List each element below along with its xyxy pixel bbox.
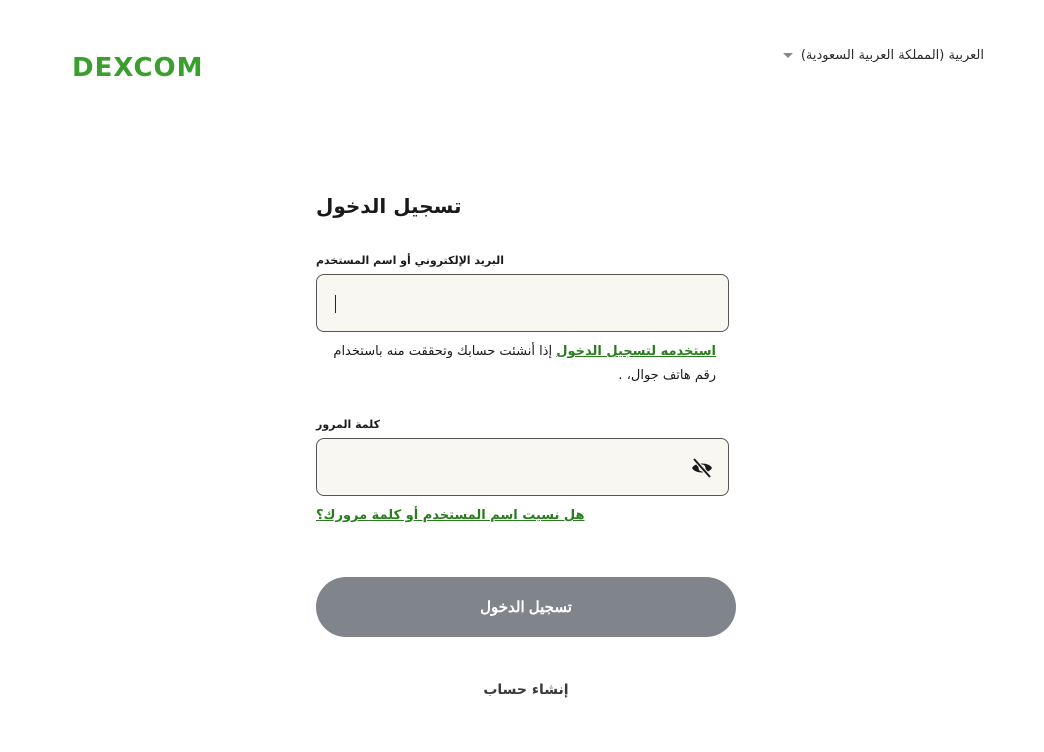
email-label: البريد الإلكتروني أو اسم المستخدم: [316, 254, 505, 267]
language-label: العربية (المملكة العربية السعودية): [800, 48, 984, 63]
use-mobile-login-link[interactable]: استخدمه لتسجيل الدخول: [556, 344, 716, 359]
password-field[interactable]: [316, 438, 729, 496]
page-title: تسجيل الدخول: [316, 194, 462, 218]
text-caret: [335, 295, 336, 313]
helper-text: استخدمه لتسجيل الدخول إذا أنشئت حسابك وت…: [316, 340, 716, 388]
login-page: DEXCOM العربية (المملكة العربية السعودية…: [0, 0, 1044, 752]
email-field[interactable]: [316, 274, 729, 332]
create-account-link[interactable]: إنشاء حساب: [316, 682, 736, 698]
language-selector[interactable]: العربية (المملكة العربية السعودية): [782, 48, 984, 63]
eye-slash-icon[interactable]: [690, 457, 714, 479]
forgot-credentials-link[interactable]: هل نسيت اسم المستخدم أو كلمة مرورك؟: [316, 508, 585, 523]
password-label: كلمة المرور: [316, 418, 381, 431]
dexcom-logo[interactable]: DEXCOM: [72, 44, 204, 84]
chevron-down-icon: [782, 53, 793, 58]
helper-text-suffix: .: [618, 368, 623, 383]
login-button[interactable]: تسجيل الدخول: [316, 577, 736, 637]
